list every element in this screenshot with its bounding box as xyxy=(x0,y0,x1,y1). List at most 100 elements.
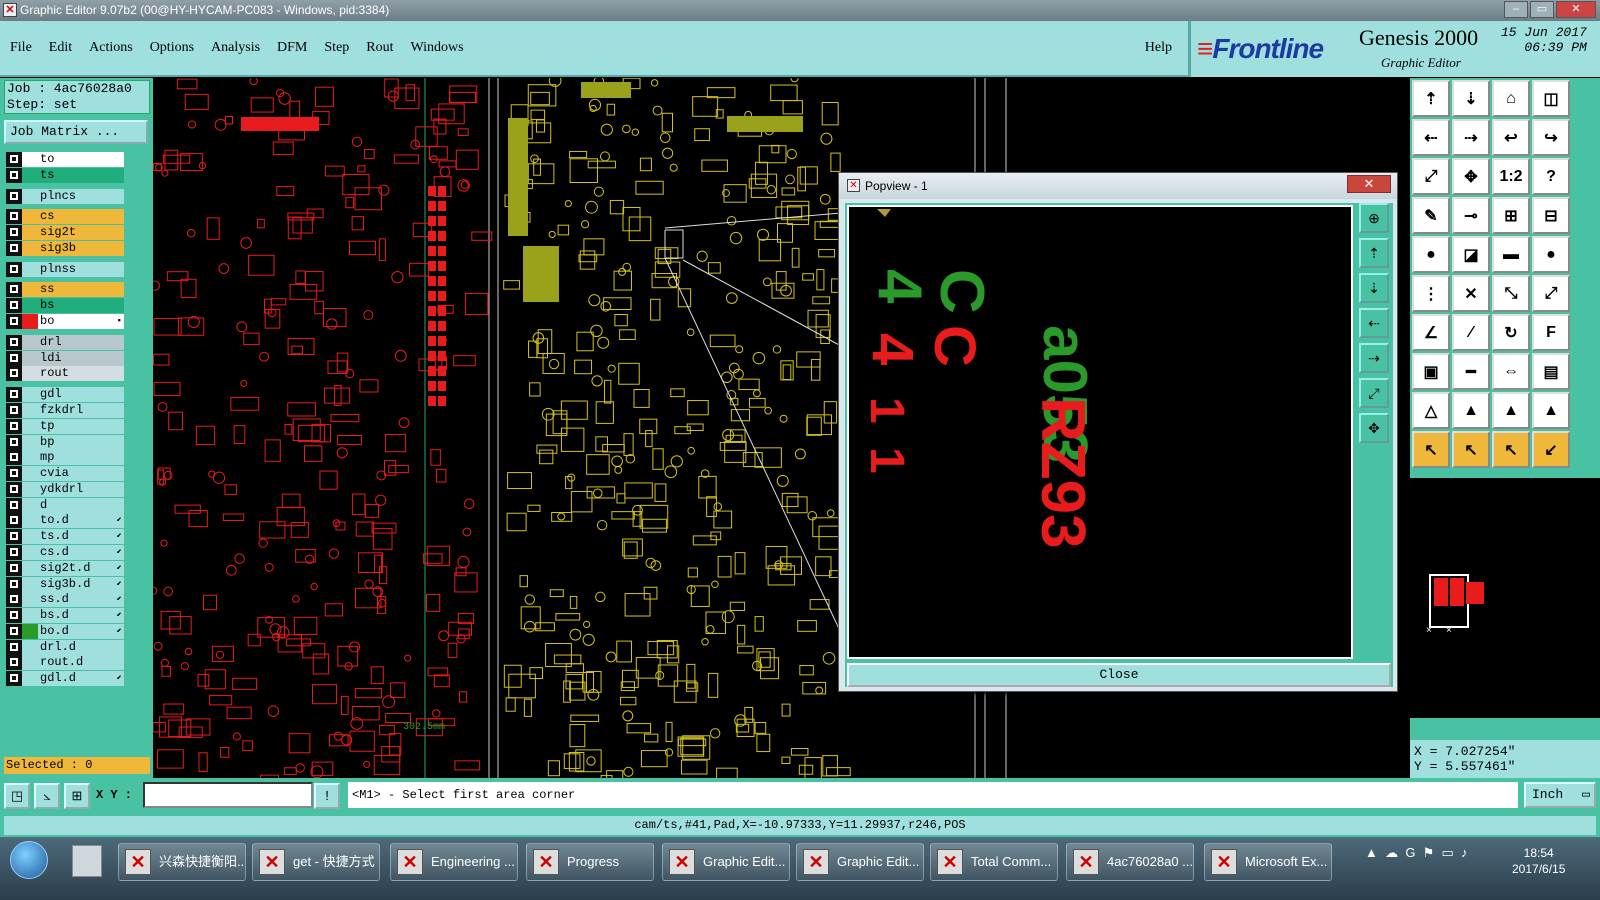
taskbar-item[interactable]: ✕ Microsoft Ex... xyxy=(1204,843,1332,881)
layer-checkbox[interactable] xyxy=(6,152,22,167)
menu-file[interactable]: File xyxy=(10,40,32,56)
snap-icon[interactable]: ◳ xyxy=(4,783,30,809)
popview-tool-6-icon[interactable]: ✥ xyxy=(1359,413,1389,443)
layer-name[interactable]: ydkdrl xyxy=(38,481,124,497)
layer-name[interactable]: ts.d ⬋ xyxy=(38,529,124,545)
popview-tool-3-icon[interactable]: ⇠ xyxy=(1359,308,1389,338)
unit-selector[interactable]: Inch ▭ xyxy=(1524,782,1596,808)
home-icon[interactable]: ⌂ xyxy=(1492,80,1530,117)
layer-name[interactable]: bs xyxy=(38,298,124,314)
layer-color-swatch[interactable] xyxy=(22,560,38,576)
layer-checkbox[interactable] xyxy=(6,240,22,256)
layer-checkbox[interactable] xyxy=(6,188,22,204)
layer-color-swatch[interactable] xyxy=(22,261,38,277)
layer-checkbox[interactable] xyxy=(6,639,22,655)
layer-checkbox[interactable] xyxy=(6,576,22,592)
layers-icon[interactable]: ▤ xyxy=(1532,353,1570,390)
popview-zoom-view[interactable]: C 4 C 4 1 1 a053 RZ93 xyxy=(847,205,1353,659)
layer-checkbox[interactable] xyxy=(6,450,22,466)
layer-row[interactable]: rout.d xyxy=(4,655,124,671)
select-a-icon[interactable]: ↖ xyxy=(1412,431,1450,468)
layer-name[interactable]: tp xyxy=(38,418,124,434)
layer-row[interactable]: to.d ⬋ xyxy=(4,513,124,529)
taskbar-item[interactable]: ✕ get - 快捷方式 xyxy=(252,843,380,881)
diag-a-icon[interactable]: ⤡ xyxy=(1492,275,1530,312)
layer-name[interactable]: gdl.d ⬋ xyxy=(38,671,124,687)
menu-edit[interactable]: Edit xyxy=(49,40,72,56)
help-icon[interactable]: ? xyxy=(1532,158,1570,195)
pan-left-icon[interactable]: ⇠ xyxy=(1412,119,1450,156)
layer-color-swatch[interactable] xyxy=(22,282,38,298)
abort-icon[interactable]: ! xyxy=(314,783,340,809)
layer-checkbox[interactable] xyxy=(6,434,22,450)
taskbar-item[interactable]: ✕ 兴森快捷衡阳... xyxy=(118,843,246,881)
layer-name[interactable]: mp xyxy=(38,450,124,466)
layer-checkbox[interactable] xyxy=(6,334,22,350)
popview-tool-0-icon[interactable]: ⊕ xyxy=(1359,203,1389,233)
delete-icon[interactable]: ✕ xyxy=(1452,275,1490,312)
layer-color-swatch[interactable] xyxy=(22,418,38,434)
layer-checkbox[interactable] xyxy=(6,544,22,560)
layer-row[interactable]: sig2t xyxy=(4,225,124,241)
layer-name[interactable]: to xyxy=(38,152,124,167)
layer-row[interactable]: gdl.d ⬋ xyxy=(4,671,124,687)
layer-checkbox[interactable] xyxy=(6,513,22,529)
layer-name[interactable]: bs.d ⬋ xyxy=(38,608,124,624)
layer-color-swatch[interactable] xyxy=(22,576,38,592)
layer-color-swatch[interactable] xyxy=(22,402,38,418)
file-manager-pin-icon[interactable] xyxy=(72,845,102,877)
window-icon[interactable]: ◫ xyxy=(1532,80,1570,117)
layer-color-swatch[interactable] xyxy=(22,225,38,241)
layer-color-swatch[interactable] xyxy=(22,366,38,382)
layer-row[interactable]: ts.d ⬋ xyxy=(4,529,124,545)
layer-row[interactable]: fzkdrl xyxy=(4,402,124,419)
layer-color-swatch[interactable] xyxy=(22,592,38,608)
layer-checkbox[interactable] xyxy=(6,481,22,497)
layer-color-swatch[interactable] xyxy=(22,434,38,450)
taskbar-item[interactable]: ✕ Graphic Edit... xyxy=(796,843,924,881)
layer-checkbox[interactable] xyxy=(6,167,22,183)
layer-name[interactable]: plnss xyxy=(38,261,124,277)
layer-color-swatch[interactable] xyxy=(22,497,38,513)
popview-close-button[interactable]: Close xyxy=(847,663,1391,687)
angle-icon[interactable]: ∠ xyxy=(1412,314,1450,351)
layer-checkbox[interactable] xyxy=(6,608,22,624)
layer-checkbox[interactable] xyxy=(6,298,22,314)
layer-row[interactable]: bo.d ⬋ xyxy=(4,623,124,640)
layer-checkbox[interactable] xyxy=(6,560,22,576)
layer-name[interactable]: sig2t.d ⬋ xyxy=(38,560,124,576)
menu-windows[interactable]: Windows xyxy=(411,40,464,56)
popview-title-bar[interactable]: ✕ Popview - 1 ✕ xyxy=(839,173,1397,199)
layer-color-swatch[interactable] xyxy=(22,188,38,204)
layer-color-swatch[interactable] xyxy=(22,450,38,466)
taskbar-item[interactable]: ✕ Graphic Edit... xyxy=(662,843,790,881)
layer-color-swatch[interactable] xyxy=(22,167,38,183)
select-c-icon[interactable]: ↖ xyxy=(1492,431,1530,468)
layer-name[interactable]: d xyxy=(38,497,124,513)
layer-color-swatch[interactable] xyxy=(22,298,38,314)
job-matrix-button[interactable]: Job Matrix ... xyxy=(4,120,148,144)
layer-name[interactable]: bo.d ⬋ xyxy=(38,623,124,639)
layer-name[interactable]: ss.d ⬋ xyxy=(38,592,124,608)
box-icon[interactable]: ▣ xyxy=(1412,353,1450,390)
xy-input[interactable] xyxy=(143,782,313,808)
popview-tool-4-icon[interactable]: ⇢ xyxy=(1359,343,1389,373)
diag-b-icon[interactable]: ⤢ xyxy=(1532,275,1570,312)
layer-name[interactable]: fzkdrl xyxy=(38,402,124,418)
grid-icon[interactable]: ⊞ xyxy=(64,783,90,809)
menu-analysis[interactable]: Analysis xyxy=(211,40,260,56)
layer-checkbox[interactable] xyxy=(6,282,22,298)
layer-checkbox[interactable] xyxy=(6,655,22,671)
layer-name[interactable]: cs xyxy=(38,209,124,225)
layer-color-swatch[interactable] xyxy=(22,481,38,497)
layer-name[interactable]: rout xyxy=(38,366,124,382)
taskbar-item[interactable]: ✕ Progress xyxy=(526,843,654,881)
start-button[interactable] xyxy=(10,841,48,879)
layer-row[interactable]: bp xyxy=(4,434,124,451)
line-icon[interactable]: ▬ xyxy=(1492,236,1530,273)
connect-icon[interactable]: ⋮ xyxy=(1412,275,1450,312)
layer-name[interactable]: ldi xyxy=(38,350,124,366)
popview-tool-1-icon[interactable]: ⇡ xyxy=(1359,238,1389,268)
layer-name[interactable]: sig3b xyxy=(38,240,124,256)
layer-color-swatch[interactable] xyxy=(22,544,38,560)
